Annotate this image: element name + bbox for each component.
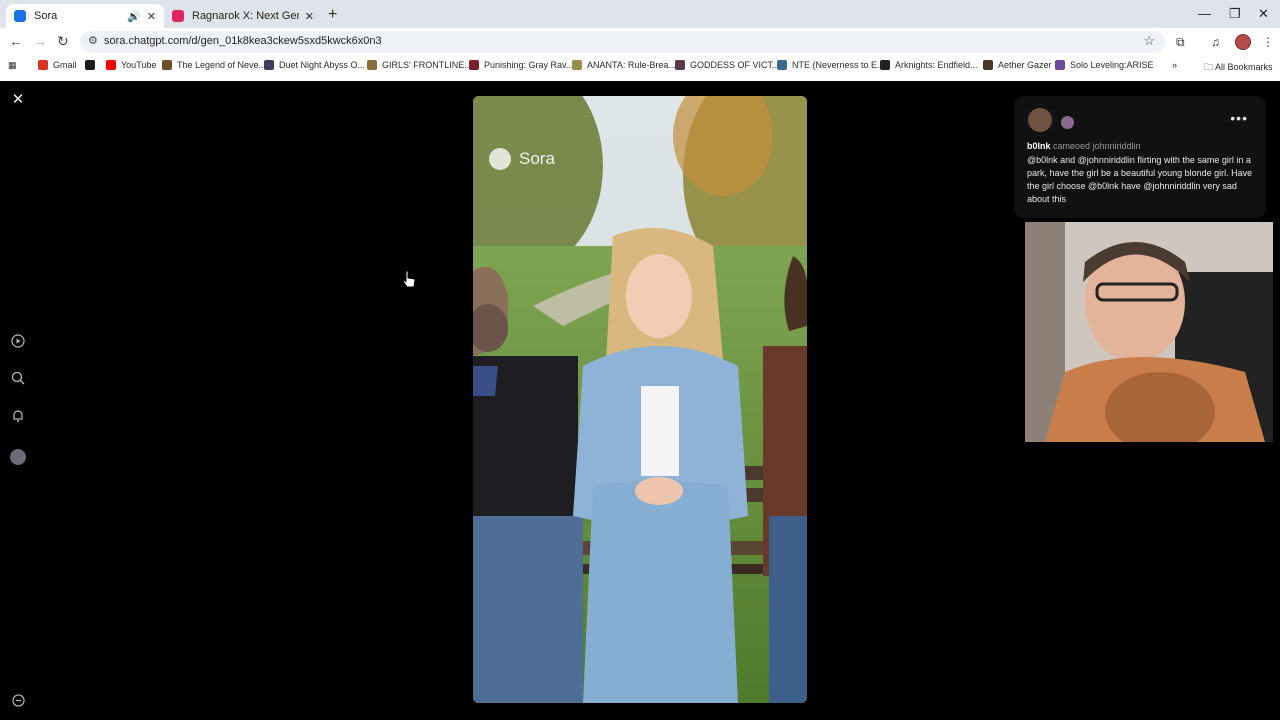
bookmark-label: Punishing: Gray Rav... [484, 60, 574, 70]
game-icon [162, 60, 172, 70]
apps-icon[interactable]: ▦ [8, 60, 17, 71]
forward-icon[interactable]: → [33, 33, 47, 49]
profile-avatar[interactable] [8, 447, 28, 467]
bookmark-goddess-of-victory[interactable]: GODDESS OF VICT... [675, 60, 780, 70]
bookmark-label: Duet Night Abyss O... [279, 60, 366, 70]
search-icon[interactable] [8, 368, 28, 388]
bookmark-youtube[interactable]: YouTube [106, 60, 156, 70]
bookmark-label: NTE (Neverness to E... [792, 60, 885, 70]
game-icon [777, 60, 787, 70]
close-icon[interactable]: ✕ [8, 89, 28, 109]
cameo-avatar[interactable] [1061, 116, 1074, 129]
prompt-text: @b0lnk and @johnniriddlin flirting with … [1027, 155, 1253, 204]
cast-icon[interactable]: ⧉ [1176, 35, 1185, 50]
play-circle-icon[interactable] [8, 331, 28, 351]
user-avatar[interactable] [1028, 108, 1052, 132]
video-frame [473, 96, 807, 703]
gmail-icon [38, 60, 48, 70]
cameo-text[interactable]: cameoed johnniriddlin [1053, 141, 1141, 151]
new-tab-icon[interactable]: + [328, 6, 337, 24]
watermark-text: Sora [519, 149, 555, 168]
speaker-icon[interactable]: 🔊 [127, 10, 141, 23]
tab-sora[interactable]: Sora 🔊 ✕ [6, 4, 164, 28]
bookmark-ananta[interactable]: ANANTA: Rule-Brea... [572, 60, 676, 70]
game-icon [469, 60, 479, 70]
game-icon [264, 60, 274, 70]
tab-ragnarok[interactable]: Ragnarok X: Next Generation R ✕ [164, 4, 322, 28]
caption-card: ••• b0lnk cameoed johnniriddlin @b0lnk a… [1014, 96, 1266, 218]
bookmark-label: The Legend of Neve... [177, 60, 267, 70]
bookmark-arknights-endfield[interactable]: Arknights: Endfield... [880, 60, 978, 70]
bookmark-solo-leveling[interactable]: Solo Leveling:ARISE [1055, 60, 1154, 70]
bookmark-label: Gmail [53, 60, 77, 70]
sora-watermark: Sora [489, 148, 555, 170]
address-bar[interactable]: ⚙ sora.chatgpt.com/d/gen_01k8kea3ckew5sx… [80, 31, 1165, 53]
bookmark-aether-gazer[interactable]: Aether Gazer [983, 60, 1052, 70]
browser-chrome: Sora 🔊 ✕ Ragnarok X: Next Generation R ✕… [0, 0, 1280, 81]
all-bookmarks[interactable]: 🗀 All Bookmarks [1204, 60, 1273, 76]
bookmark-label: Aether Gazer [998, 60, 1052, 70]
tab-close-icon[interactable]: ✕ [305, 10, 314, 23]
bookmark-k[interactable] [85, 60, 100, 70]
bookmark-label: YouTube [121, 60, 157, 70]
tab-label: Ragnarok X: Next Generation R [192, 10, 299, 22]
bookmarks-overflow-icon[interactable]: » [1172, 60, 1177, 70]
url-text[interactable]: sora.chatgpt.com/d/gen_01k8kea3ckew5sxd5… [104, 35, 382, 47]
window-close-icon[interactable]: ✕ [1258, 6, 1269, 22]
bookmark-label: GIRLS' FRONTLINE... [382, 60, 472, 70]
webcam-feed [1025, 222, 1273, 442]
webcam-overlay [1025, 222, 1273, 442]
minimize-icon[interactable]: — [1198, 6, 1211, 21]
site-info-icon[interactable]: ⚙ [88, 34, 98, 47]
video-player[interactable]: Sora [473, 96, 807, 703]
bookmark-label: GODDESS OF VICT... [690, 60, 780, 70]
profile-avatar[interactable] [1235, 34, 1251, 50]
restore-icon[interactable]: ❐ [1229, 6, 1241, 22]
settings-icon[interactable] [8, 690, 28, 710]
game-icon [675, 60, 685, 70]
sora-favicon-icon [14, 10, 26, 22]
game-icon [572, 60, 582, 70]
k-icon [85, 60, 95, 70]
browser-toolbar: ← → ↻ ⚙ sora.chatgpt.com/d/gen_01k8kea3c… [0, 28, 1280, 56]
mouse-cursor-icon [402, 270, 416, 288]
bell-icon[interactable] [8, 406, 28, 426]
tab-strip: Sora 🔊 ✕ Ragnarok X: Next Generation R ✕… [0, 0, 1280, 28]
bookmark-label: ANANTA: Rule-Brea... [587, 60, 676, 70]
game-icon [367, 60, 377, 70]
left-nav: ✕ [0, 81, 36, 720]
bookmark-duet-night-abyss[interactable]: Duet Night Abyss O... [264, 60, 365, 70]
sora-logo-icon [489, 148, 511, 170]
back-icon[interactable]: ← [9, 33, 23, 49]
youtube-icon [106, 60, 116, 70]
game-icon [880, 60, 890, 70]
game-icon [1055, 60, 1065, 70]
bookmark-punishing-gray-raven[interactable]: Punishing: Gray Rav... [469, 60, 573, 70]
youtube-favicon-icon [172, 10, 184, 22]
bookmark-star-icon[interactable]: ☆ [1143, 33, 1155, 49]
bookmark-label: Arknights: Endfield... [895, 60, 978, 70]
more-options-icon[interactable]: ••• [1230, 110, 1248, 126]
bookmark-gmail[interactable]: Gmail [38, 60, 77, 70]
game-icon [983, 60, 993, 70]
folder-icon: 🗀 [1204, 62, 1216, 72]
media-control-icon[interactable]: ♫ [1211, 35, 1220, 49]
caption-header: b0lnk cameoed johnniriddlin [1027, 141, 1141, 151]
reload-icon[interactable]: ↻ [57, 33, 69, 50]
tab-close-icon[interactable]: ✕ [147, 10, 156, 23]
bookmarks-bar: ▦ Gmail YouTube The Legend of Neve... Du… [0, 56, 1280, 78]
bookmark-legend-neverland[interactable]: The Legend of Neve... [162, 60, 266, 70]
bookmark-label: Solo Leveling:ARISE [1070, 60, 1154, 70]
username[interactable]: b0lnk [1027, 141, 1051, 151]
bookmark-girls-frontline[interactable]: GIRLS' FRONTLINE... [367, 60, 472, 70]
menu-icon[interactable]: ⋮ [1262, 35, 1274, 49]
bookmark-nte[interactable]: NTE (Neverness to E... [777, 60, 885, 70]
all-bookmarks-label: All Bookmarks [1215, 62, 1273, 72]
tab-label: Sora [34, 10, 58, 22]
